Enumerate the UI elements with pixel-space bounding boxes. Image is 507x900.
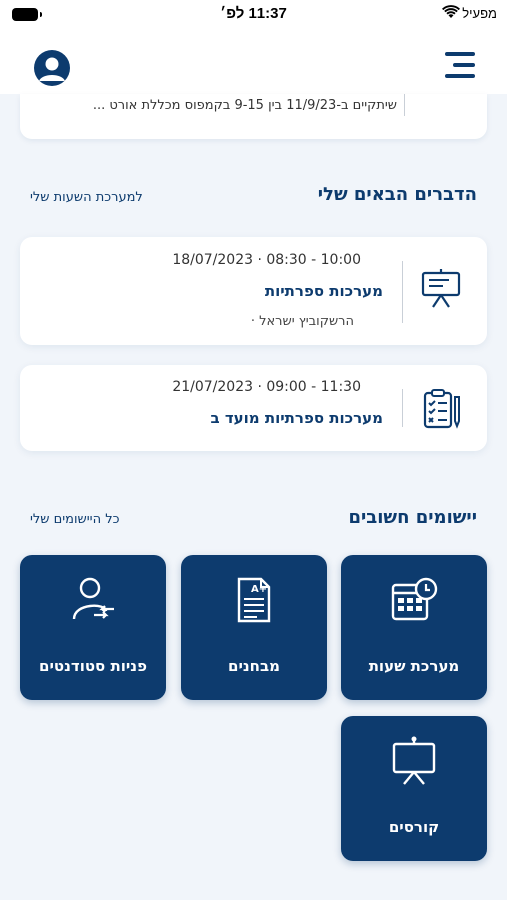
my-timetable-link[interactable]: למערכת השעות שלי xyxy=(30,190,143,205)
event-time: 18/07/2023 · 08:30 - 10:00 xyxy=(172,252,361,268)
tile-label: פניות סטודנטים xyxy=(39,657,147,675)
divider xyxy=(402,389,403,427)
announcement-card[interactable]: שיתקיים ב-11/9/23 בין 9-15 בקמפוס מכללת … xyxy=(20,94,487,139)
divider xyxy=(402,261,403,323)
student-requests-tile[interactable]: פניות סטודנטים xyxy=(20,555,166,700)
event-title: מערכות ספרתיות מועד ב xyxy=(210,409,383,427)
user-circle-icon[interactable] xyxy=(34,50,70,86)
event-time: 21/07/2023 · 09:00 - 11:30 xyxy=(172,379,361,395)
calendar-clock-icon xyxy=(391,577,438,621)
app-header xyxy=(0,30,507,94)
carrier-name: מפעיל xyxy=(462,6,497,21)
timetable-tile[interactable]: מערכת שעות xyxy=(341,555,487,700)
event-card[interactable]: 21/07/2023 · 09:00 - 11:30 מערכות ספרתיו… xyxy=(20,365,487,451)
announcement-text: שיתקיים ב-11/9/23 בין 9-15 בקמפוס מכללת … xyxy=(92,98,397,113)
presentation-board-icon xyxy=(421,269,461,308)
apps-section-title: יישומים חשובים xyxy=(348,507,477,528)
tile-label: מערכת שעות xyxy=(368,657,460,675)
graded-exam-icon: A+ xyxy=(237,577,271,623)
all-apps-link[interactable]: כל היישומים שלי xyxy=(30,512,119,527)
status-time: 11:37 לפ׳ xyxy=(220,5,287,22)
upcoming-section-title: הדברים הבאים שלי xyxy=(317,184,477,205)
student-request-icon xyxy=(72,577,114,620)
exams-tile[interactable]: A+ מבחנים xyxy=(181,555,327,700)
courses-tile[interactable]: קורסים xyxy=(341,716,487,861)
divider xyxy=(404,94,405,116)
svg-text:A+: A+ xyxy=(251,584,267,595)
clipboard-checklist-icon xyxy=(423,389,460,429)
event-card[interactable]: 18/07/2023 · 08:30 - 10:00 מערכות ספרתיו… xyxy=(20,237,487,345)
event-title: מערכות ספרתיות xyxy=(264,282,383,300)
wifi-icon xyxy=(442,5,460,18)
status-bar: 11:37 לפ׳ מפעיל xyxy=(0,0,507,30)
tile-label: מבחנים xyxy=(228,657,280,675)
tile-label: קורסים xyxy=(388,818,440,836)
presentation-board-icon xyxy=(392,736,436,785)
event-lecturer: הרשקוביץ ישראל · xyxy=(250,314,354,329)
hamburger-menu-icon[interactable] xyxy=(441,50,475,80)
